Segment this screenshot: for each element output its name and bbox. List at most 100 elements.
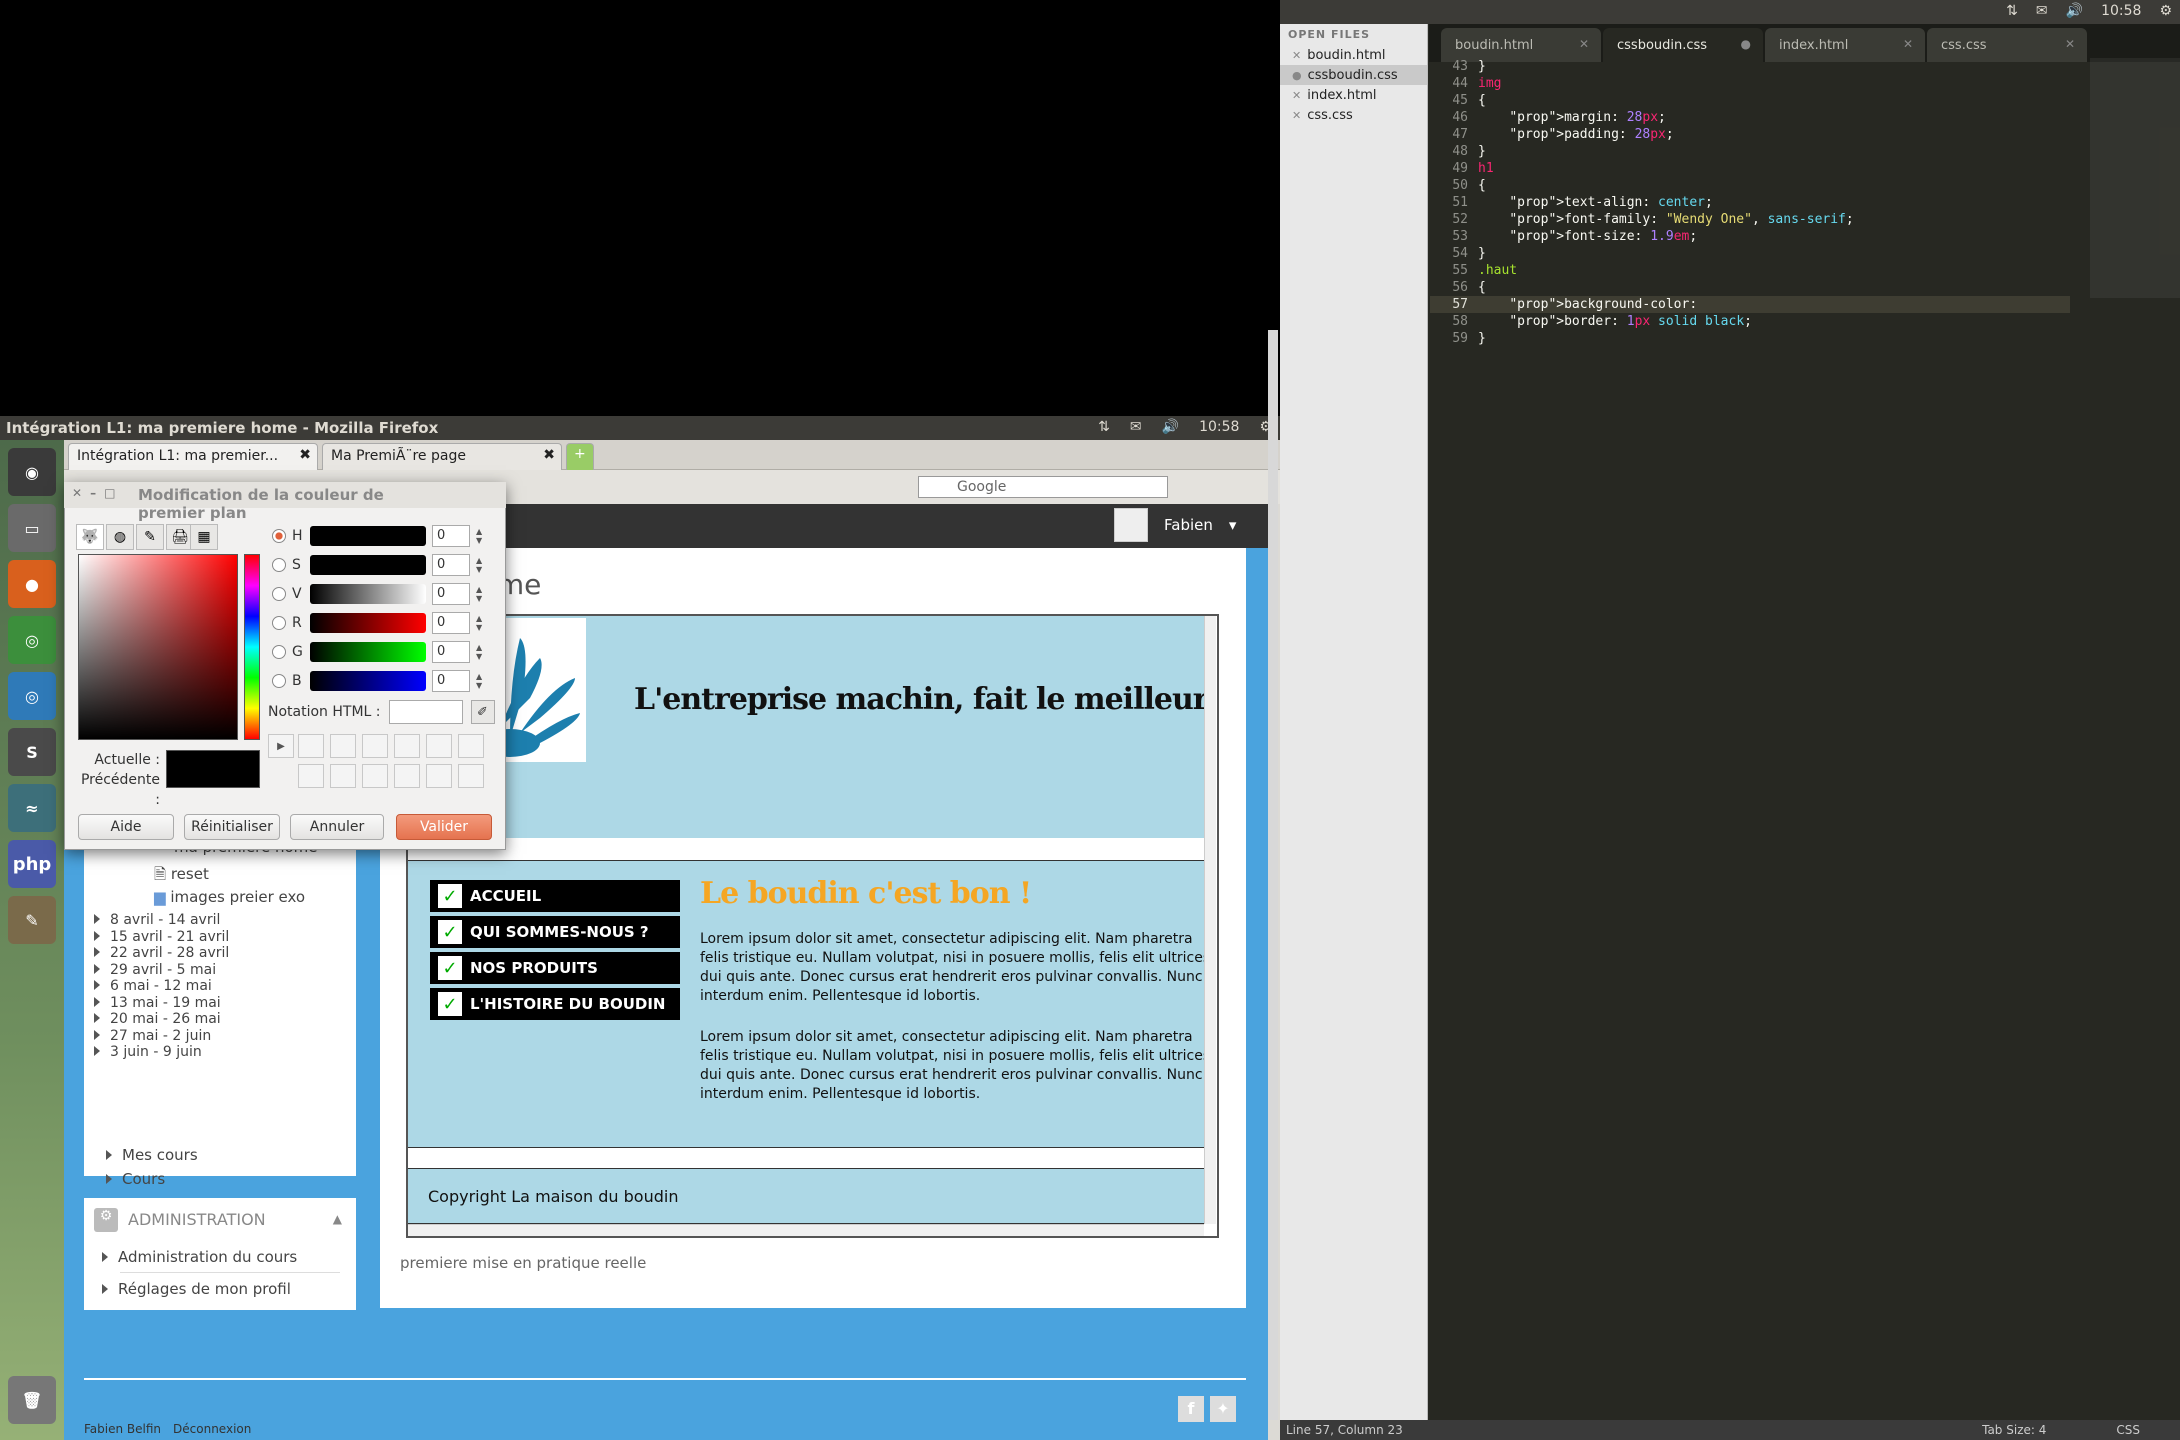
tree-week[interactable]: 3 juin - 9 juin	[94, 1044, 202, 1060]
modified-dot-icon[interactable]: ●	[1292, 69, 1302, 82]
channel-slider[interactable]	[310, 642, 426, 662]
mail-icon[interactable]: ✉	[1130, 419, 1142, 435]
tab-css-css[interactable]: css.css ✕	[1927, 28, 2087, 62]
channel-slider[interactable]	[310, 555, 426, 575]
tree-week[interactable]: 8 avril - 14 avril	[94, 912, 220, 928]
close-icon[interactable]: ✕	[72, 486, 82, 500]
sublime-text-icon[interactable]: S	[8, 728, 56, 776]
tree-week[interactable]: 29 avril - 5 mai	[94, 962, 216, 978]
code-line[interactable]: 55 .haut	[1430, 262, 2070, 279]
channel-radio[interactable]	[272, 674, 286, 688]
tab-size[interactable]: Tab Size: 4	[1982, 1423, 2046, 1437]
code-line[interactable]: 46 "prop">margin: 28px;	[1430, 109, 2070, 126]
code-line[interactable]: 51 "prop">text-align: center;	[1430, 194, 2070, 211]
facebook-icon[interactable]: f	[1178, 1396, 1204, 1422]
close-icon[interactable]: ✕	[2065, 37, 2075, 51]
chromium-icon[interactable]: ◎	[8, 672, 56, 720]
tree-week[interactable]: 6 mai - 12 mai	[94, 978, 212, 994]
history-swatch[interactable]	[298, 734, 324, 758]
spin-arrows-icon[interactable]: ▲ ▼	[476, 585, 482, 603]
code-line[interactable]: 57 "prop">background-color:	[1430, 296, 2070, 313]
tree-week[interactable]: 22 avril - 28 avril	[94, 945, 229, 961]
ok-button[interactable]: Valider	[396, 814, 492, 840]
palette-tab[interactable]: ▦	[190, 524, 218, 550]
trash-icon[interactable]: 🗑	[8, 1376, 56, 1424]
php-icon[interactable]: php	[8, 840, 56, 888]
channel-value[interactable]: 0	[432, 670, 470, 692]
eyedropper-icon[interactable]: ✐	[470, 700, 495, 724]
channel-slider[interactable]	[310, 671, 426, 691]
sidebar-file-boudin-html[interactable]: ✕ boudin.html	[1280, 45, 1427, 65]
history-swatch[interactable]	[426, 764, 452, 788]
gear-icon[interactable]: ⚙	[2159, 3, 2172, 19]
channel-radio[interactable]	[272, 587, 286, 601]
tree-week[interactable]: 27 mai - 2 juin	[94, 1028, 211, 1044]
admin-item-course[interactable]: Administration du cours	[102, 1248, 297, 1266]
watercolor-tab[interactable]: ✎	[136, 524, 164, 550]
firefox-icon[interactable]: ●	[8, 560, 56, 608]
avatar[interactable]	[1114, 508, 1148, 542]
minimize-icon[interactable]: –	[90, 486, 96, 500]
sidebar-file-css-css[interactable]: ✕ css.css	[1280, 105, 1427, 125]
code-line[interactable]: 53 "prop">font-size: 1.9em;	[1430, 228, 2070, 245]
channel-radio[interactable]	[272, 529, 286, 543]
tab-ma-premiere-page[interactable]: Ma PremiÃ¨re page ✖	[322, 443, 562, 470]
gimp-selector-tab[interactable]: 🐺	[76, 524, 104, 550]
tree-mes-cours[interactable]: Mes cours	[106, 1146, 198, 1164]
gimp-icon[interactable]: ✎	[8, 896, 56, 944]
firefox-vertical-scrollbar[interactable]	[1268, 330, 1278, 1420]
history-swatch[interactable]	[458, 734, 484, 758]
minimap-viewport[interactable]	[2090, 58, 2180, 298]
volume-icon[interactable]: 🔊	[2066, 3, 2083, 19]
close-icon[interactable]: ✖	[299, 447, 311, 463]
tree-file-reset[interactable]: 🗎 reset	[154, 864, 209, 889]
tab-integration[interactable]: Intégration L1: ma premier... ✖	[68, 443, 318, 470]
channel-radio[interactable]	[272, 558, 286, 572]
code-line[interactable]: 56 {	[1430, 279, 2070, 296]
file-manager-icon[interactable]: ▭	[8, 504, 56, 552]
history-swatch[interactable]	[394, 764, 420, 788]
twitter-icon[interactable]: ✦	[1210, 1396, 1236, 1422]
sidebar-file-index-html[interactable]: ✕ index.html	[1280, 85, 1427, 105]
tab-boudin-html[interactable]: boudin.html ✕	[1441, 28, 1601, 62]
spin-arrows-icon[interactable]: ▲ ▼	[476, 643, 482, 661]
collapse-icon[interactable]: ▲	[333, 1212, 342, 1226]
color-wheel-tab[interactable]: ◍	[106, 524, 134, 550]
mail-icon[interactable]: ✉	[2036, 3, 2048, 19]
html-notation-input[interactable]	[388, 700, 463, 724]
volume-icon[interactable]: 🔊	[1162, 419, 1179, 435]
footer-user-link[interactable]: Fabien Belfin	[84, 1422, 161, 1436]
history-swatch[interactable]	[330, 734, 356, 758]
channel-value[interactable]: 0	[432, 554, 470, 576]
channel-value[interactable]: 0	[432, 583, 470, 605]
close-icon[interactable]: ✕	[1292, 49, 1301, 62]
channel-slider[interactable]	[310, 584, 426, 604]
close-icon[interactable]: ✕	[1292, 89, 1301, 102]
cancel-button[interactable]: Annuler	[290, 814, 384, 840]
new-tab-button[interactable]: +	[566, 443, 594, 470]
app-icon[interactable]: ≈	[8, 784, 56, 832]
code-line[interactable]: 58 "prop">border: 1px solid black;	[1430, 313, 2070, 330]
spin-arrows-icon[interactable]: ▲ ▼	[476, 527, 482, 545]
tree-week[interactable]: 13 mai - 19 mai	[94, 995, 221, 1011]
channel-value[interactable]: 0	[432, 525, 470, 547]
minimap[interactable]	[2090, 58, 2180, 308]
close-icon[interactable]: ✕	[1579, 37, 1589, 51]
close-icon[interactable]: ✕	[1292, 109, 1301, 122]
tab-index-html[interactable]: index.html ✕	[1765, 28, 1925, 62]
clock[interactable]: 10:58	[2101, 3, 2141, 19]
spin-arrows-icon[interactable]: ▲ ▼	[476, 556, 482, 574]
history-swatch[interactable]	[458, 764, 484, 788]
sidebar-file-cssboudin-css[interactable]: ● cssboudin.css	[1280, 65, 1427, 85]
nav-item-accueil[interactable]: ✓ ACCUEIL	[430, 880, 680, 912]
network-icon[interactable]: ⇅	[2006, 3, 2018, 19]
tab-cssboudin-css[interactable]: cssboudin.css ●	[1603, 28, 1763, 62]
code-area[interactable]: 43} 44 img 45{46 "prop">margin: 28px; 47 "pr…	[1430, 58, 2070, 358]
spin-arrows-icon[interactable]: ▲ ▼	[476, 614, 482, 632]
history-swatch[interactable]	[362, 734, 388, 758]
maximize-icon[interactable]: □	[104, 486, 115, 500]
history-swatch[interactable]	[394, 734, 420, 758]
play-icon[interactable]: ▶	[268, 734, 294, 758]
saturation-value-square[interactable]	[78, 554, 238, 740]
preview-horizontal-scrollbar[interactable]	[408, 1224, 1204, 1236]
